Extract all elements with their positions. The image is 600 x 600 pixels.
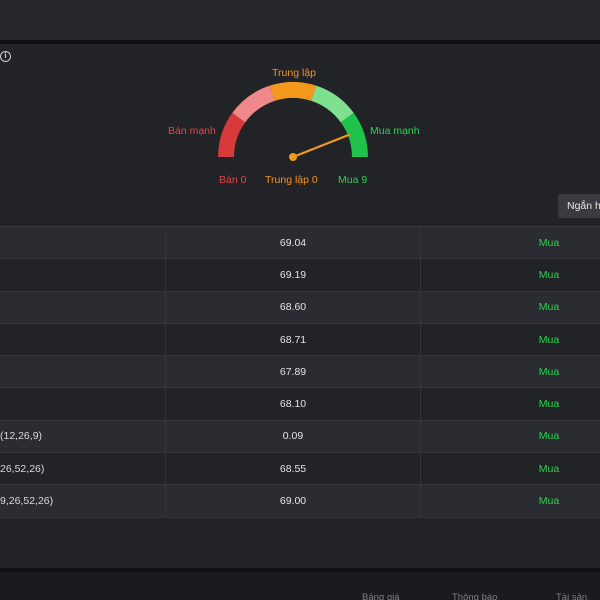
table-row: 69.19 Mua — [0, 259, 600, 292]
status-bar: Bảng giá Thông báo Tài sản — [0, 572, 600, 600]
indicator-table: 69.04 Mua 69.19 Mua 68.60 Mua 68.71 Mua … — [0, 226, 600, 518]
indicator-action: Mua — [538, 430, 560, 443]
indicator-value: 68.71 — [165, 323, 421, 356]
statusbar-assets[interactable]: Tài sản — [556, 592, 587, 600]
indicator-name — [0, 388, 165, 419]
sell-count: Bán 0 — [219, 174, 247, 186]
indicator-action: Mua — [538, 268, 560, 281]
table-row: 68.60 Mua — [0, 291, 600, 324]
gauge-needle-hub — [289, 153, 297, 161]
timeframe-button[interactable]: Ngắn h — [558, 194, 600, 218]
table-row: 26,52,26) 68.55 Mua — [0, 453, 600, 486]
table-row: (12,26,9) 0.09 Mua — [0, 420, 600, 454]
gauge-segment-buy — [310, 85, 354, 123]
gauge-segment-strong-sell — [218, 112, 246, 158]
table-row: 9,26,52,26) 69.00 Mua — [0, 485, 600, 518]
indicator-name — [0, 324, 165, 355]
table-row: 67.89 Mua — [0, 356, 600, 389]
indicator-value: 0.09 — [165, 420, 421, 453]
indicator-name: 26,52,26) — [0, 462, 45, 475]
indicator-value: 68.10 — [165, 388, 421, 420]
buy-count: Mua 9 — [338, 174, 368, 186]
indicator-value: 68.55 — [165, 453, 421, 485]
statusbar-notifications[interactable]: Thông báo — [452, 592, 497, 600]
sentiment-gauge — [218, 82, 368, 161]
gauge-label-strong-sell: Bán mạnh — [168, 125, 216, 137]
indicator-action: Mua — [538, 462, 560, 475]
table-row: 68.71 Mua — [0, 323, 600, 357]
gauge-segment-strong-buy — [340, 112, 368, 158]
indicator-action: Mua — [538, 365, 560, 378]
statusbar-price-board[interactable]: Bảng giá — [362, 592, 400, 600]
indicator-action: Mua — [538, 301, 560, 314]
indicator-name: (12,26,9) — [0, 430, 43, 443]
table-row: 69.04 Mua — [0, 227, 600, 260]
indicator-value: 67.89 — [165, 356, 421, 388]
indicator-action: Mua — [538, 495, 560, 508]
gauge-segment-sell — [232, 85, 276, 123]
indicator-action: Mua — [538, 333, 560, 346]
info-icon[interactable]: i — [0, 51, 11, 62]
gauge-label-neutral: Trung lập — [272, 67, 316, 79]
indicator-name — [0, 356, 165, 387]
indicator-name: 9,26,52,26) — [0, 495, 54, 508]
gauge-segment-neutral — [269, 82, 317, 101]
indicator-value: 69.00 — [165, 485, 421, 517]
gauge-label-strong-buy: Mua mạnh — [370, 125, 420, 137]
indicator-value: 68.60 — [165, 291, 421, 323]
gauge-needle — [291, 133, 350, 159]
table-row: 68.10 Mua — [0, 388, 600, 421]
neutral-count: Trung lập 0 — [265, 174, 318, 186]
indicator-name — [0, 227, 165, 258]
indicator-name — [0, 259, 165, 290]
indicator-action: Mua — [538, 236, 560, 249]
top-bar — [0, 0, 600, 40]
indicator-action: Mua — [538, 398, 560, 411]
indicator-name — [0, 292, 165, 323]
indicator-value: 69.04 — [165, 227, 421, 259]
indicator-value: 69.19 — [165, 259, 421, 291]
